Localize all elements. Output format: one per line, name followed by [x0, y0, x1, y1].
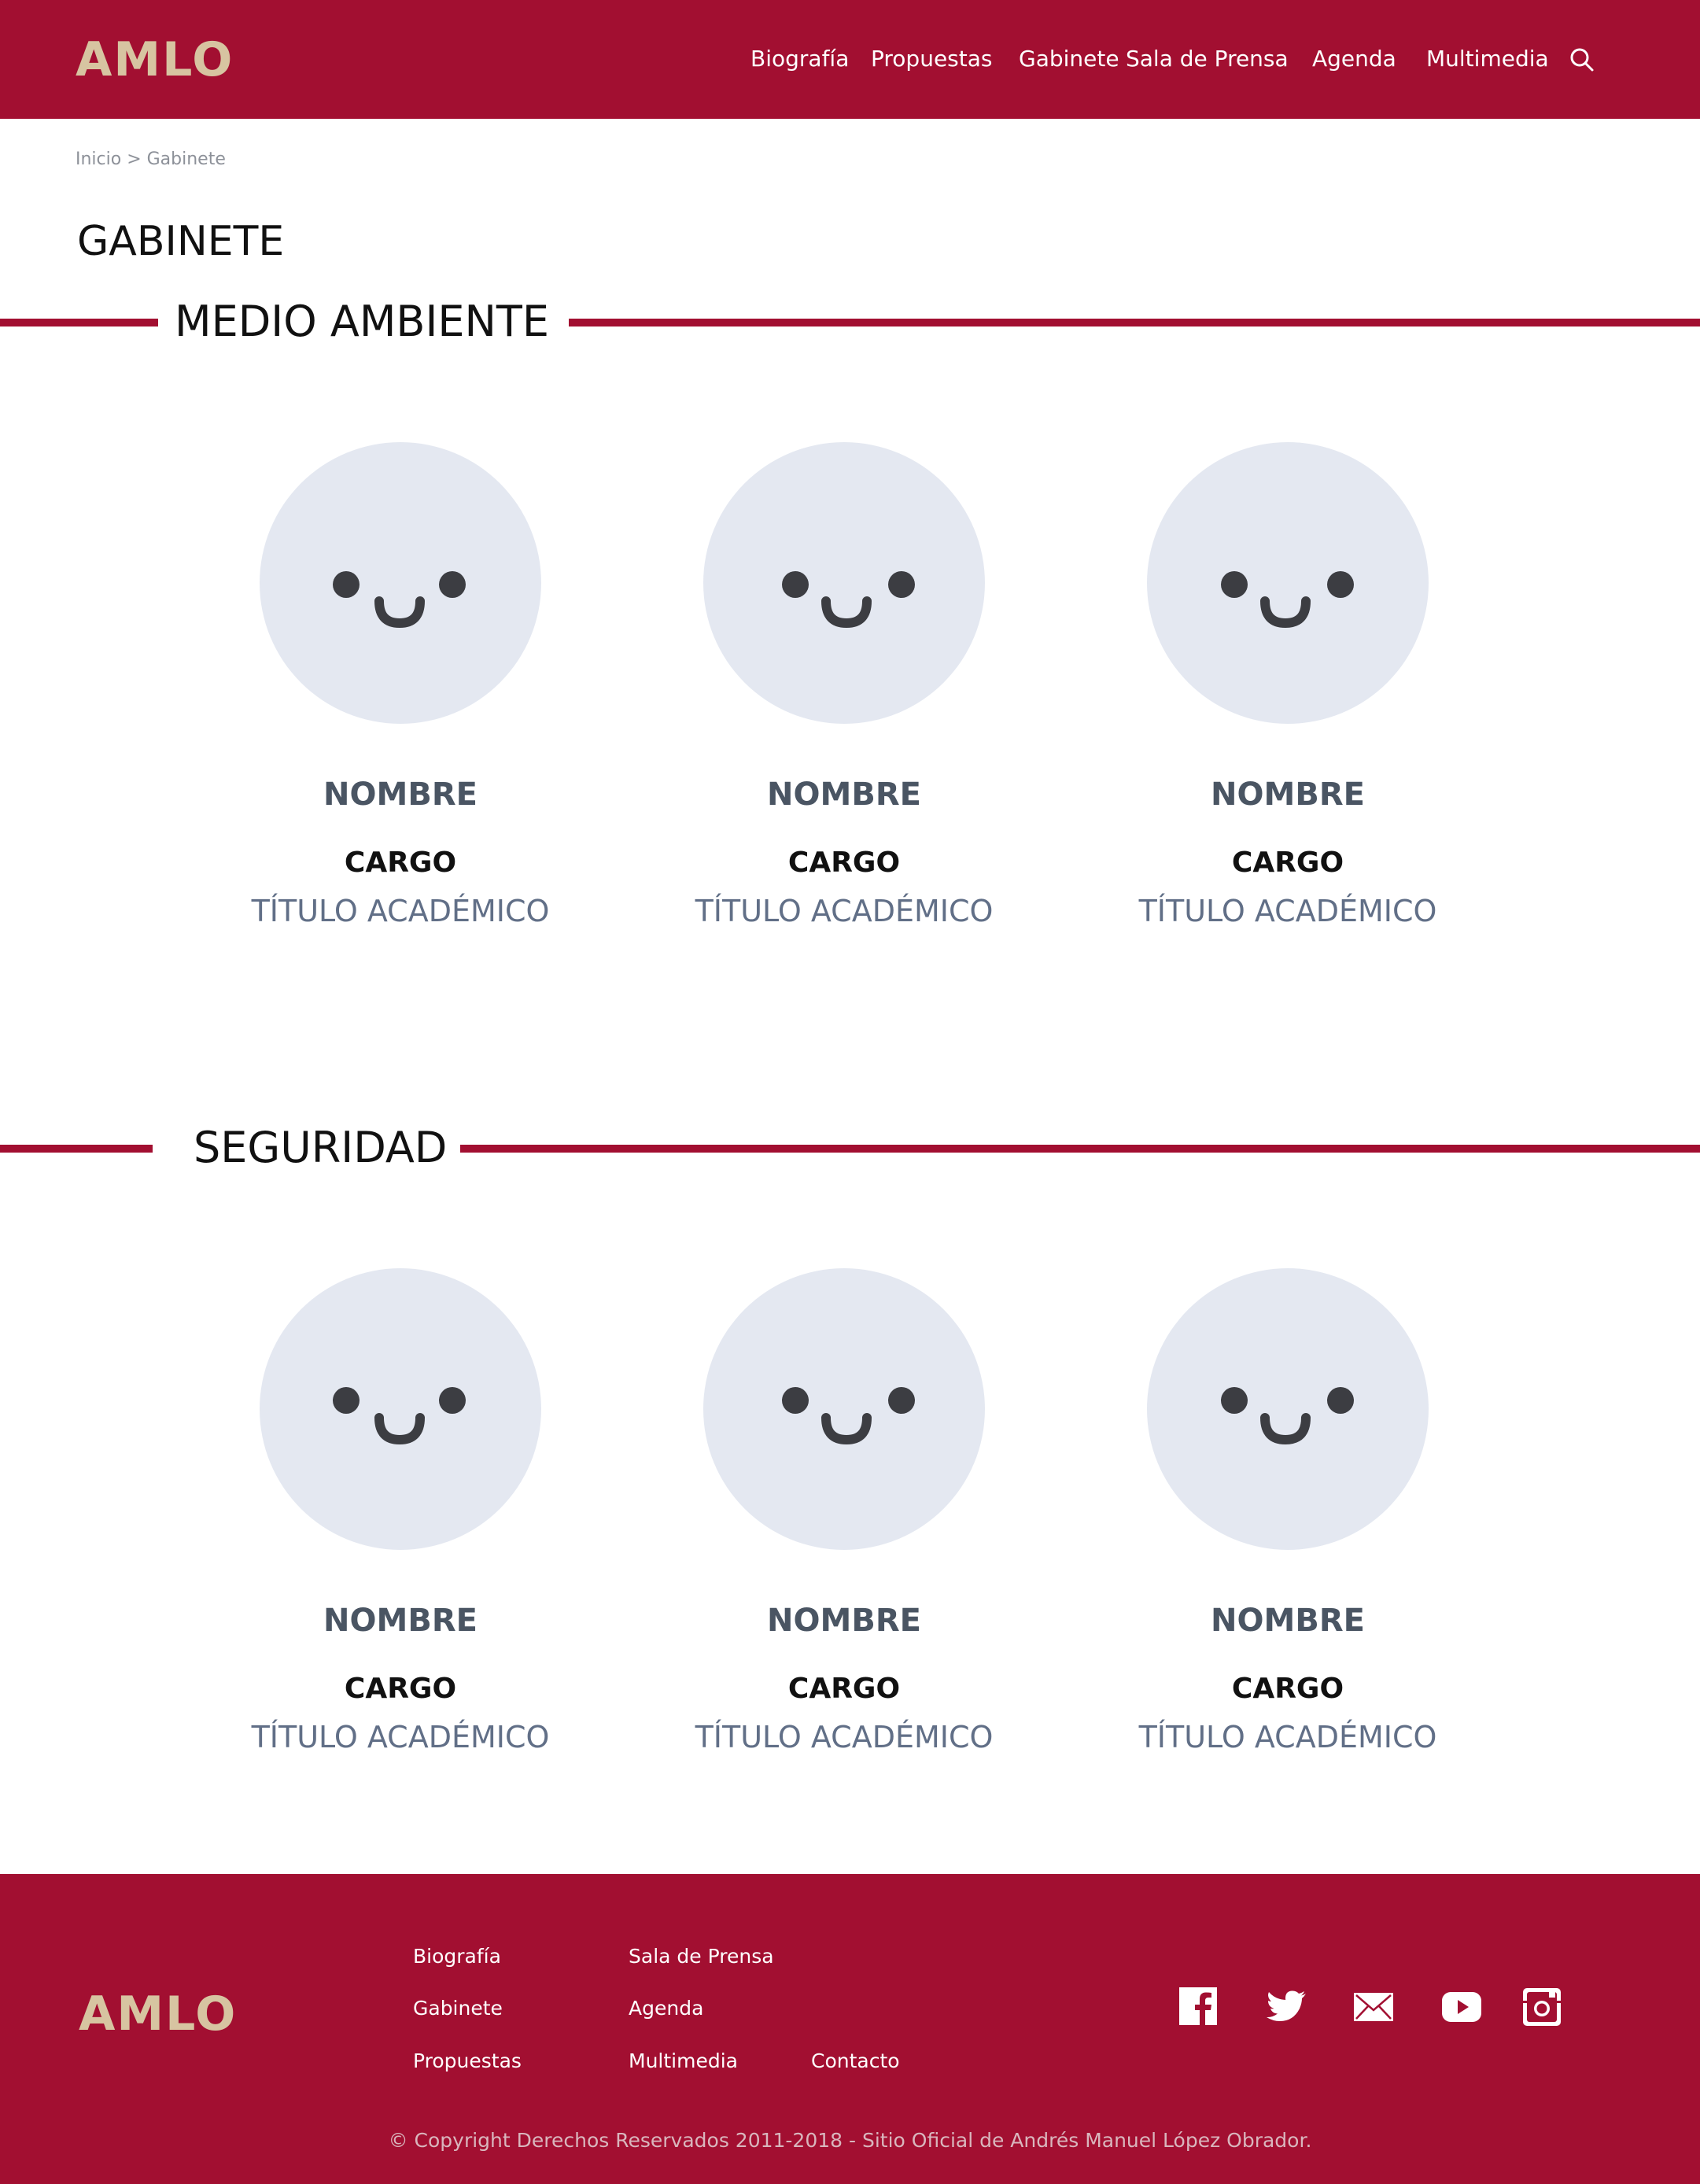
member-avatar [1147, 442, 1429, 724]
email-icon[interactable] [1352, 1985, 1396, 2029]
smiley-placeholder-icon [1221, 1387, 1354, 1445]
member-card: NOMBRE CARGO TÍTULO ACADÉMICO [235, 442, 566, 932]
youtube-icon[interactable] [1440, 1985, 1484, 2029]
footer-link-gabinete[interactable]: Gabinete [413, 1994, 503, 2024]
footer-link-contacto[interactable]: Contacto [811, 2046, 900, 2076]
smiley-placeholder-icon [782, 571, 915, 629]
smiley-placeholder-icon [333, 1387, 466, 1445]
member-name: NOMBRE [1211, 1603, 1365, 1639]
facebook-icon[interactable] [1177, 1985, 1221, 2029]
member-titulo: TÍTULO ACADÉMICO [695, 1720, 994, 1754]
site-header: AMLO Biografía Propuestas Gabinete Sala … [0, 0, 1700, 119]
section-title-seguridad: SEGURIDAD [194, 1123, 448, 1172]
member-cargo: CARGO [1231, 1673, 1344, 1705]
member-cargo: CARGO [344, 847, 457, 879]
member-cargo: CARGO [344, 1673, 457, 1705]
member-avatar [260, 442, 541, 724]
member-titulo: TÍTULO ACADÉMICO [1138, 894, 1437, 928]
section-title-medio-ambiente: MEDIO AMBIENTE [175, 297, 550, 346]
member-card: NOMBRE CARGO TÍTULO ACADÉMICO [1123, 1268, 1453, 1758]
smiley-placeholder-icon [1221, 571, 1354, 629]
section-divider-right [460, 1145, 1700, 1153]
search-icon[interactable] [1568, 46, 1596, 74]
footer-link-propuestas[interactable]: Propuestas [413, 2046, 522, 2076]
footer-link-agenda[interactable]: Agenda [629, 1994, 703, 2024]
smiley-placeholder-icon [333, 571, 466, 629]
footer-link-biografia[interactable]: Biografía [413, 1942, 501, 1972]
nav-gabinete[interactable]: Gabinete [1019, 41, 1119, 77]
instagram-icon[interactable] [1520, 1985, 1564, 2029]
twitter-icon[interactable] [1265, 1985, 1309, 2029]
nav-biografia[interactable]: Biografía [750, 41, 849, 77]
member-titulo: TÍTULO ACADÉMICO [251, 1720, 550, 1754]
member-titulo: TÍTULO ACADÉMICO [695, 894, 994, 928]
member-card: NOMBRE CARGO TÍTULO ACADÉMICO [1123, 442, 1453, 932]
member-name: NOMBRE [767, 777, 921, 813]
breadcrumb[interactable]: Inicio > Gabinete [76, 146, 226, 173]
section-divider-left [0, 319, 158, 326]
member-card: NOMBRE CARGO TÍTULO ACADÉMICO [235, 1268, 566, 1758]
section-divider-right [569, 319, 1700, 326]
member-titulo: TÍTULO ACADÉMICO [251, 894, 550, 928]
member-avatar [703, 442, 985, 724]
member-card: NOMBRE CARGO TÍTULO ACADÉMICO [679, 1268, 1009, 1758]
footer-link-multimedia[interactable]: Multimedia [629, 2046, 738, 2076]
footer-logo[interactable]: AMLO [79, 1984, 237, 2044]
member-cargo: CARGO [787, 1673, 901, 1705]
member-avatar [1147, 1268, 1429, 1550]
header-logo[interactable]: AMLO [76, 30, 234, 90]
member-name: NOMBRE [767, 1603, 921, 1639]
member-titulo: TÍTULO ACADÉMICO [1138, 1720, 1437, 1754]
member-avatar [260, 1268, 541, 1550]
member-avatar [703, 1268, 985, 1550]
copyright-text: © Copyright Derechos Reservados 2011-201… [388, 2129, 1312, 2152]
nav-multimedia[interactable]: Multimedia [1426, 41, 1549, 77]
member-name: NOMBRE [323, 1603, 478, 1639]
footer-link-sala-de-prensa[interactable]: Sala de Prensa [629, 1942, 774, 1972]
smiley-placeholder-icon [782, 1387, 915, 1445]
nav-sala-de-prensa[interactable]: Sala de Prensa [1126, 41, 1289, 77]
site-footer: AMLO Biografía Gabinete Propuestas Sala … [0, 1874, 1700, 2184]
member-cargo: CARGO [787, 847, 901, 879]
member-cargo: CARGO [1231, 847, 1344, 879]
section-divider-left [0, 1145, 153, 1153]
member-name: NOMBRE [323, 777, 478, 813]
nav-propuestas[interactable]: Propuestas [871, 41, 992, 77]
nav-agenda[interactable]: Agenda [1312, 41, 1396, 77]
page-title: GABINETE [77, 218, 285, 265]
member-card: NOMBRE CARGO TÍTULO ACADÉMICO [679, 442, 1009, 932]
member-name: NOMBRE [1211, 777, 1365, 813]
